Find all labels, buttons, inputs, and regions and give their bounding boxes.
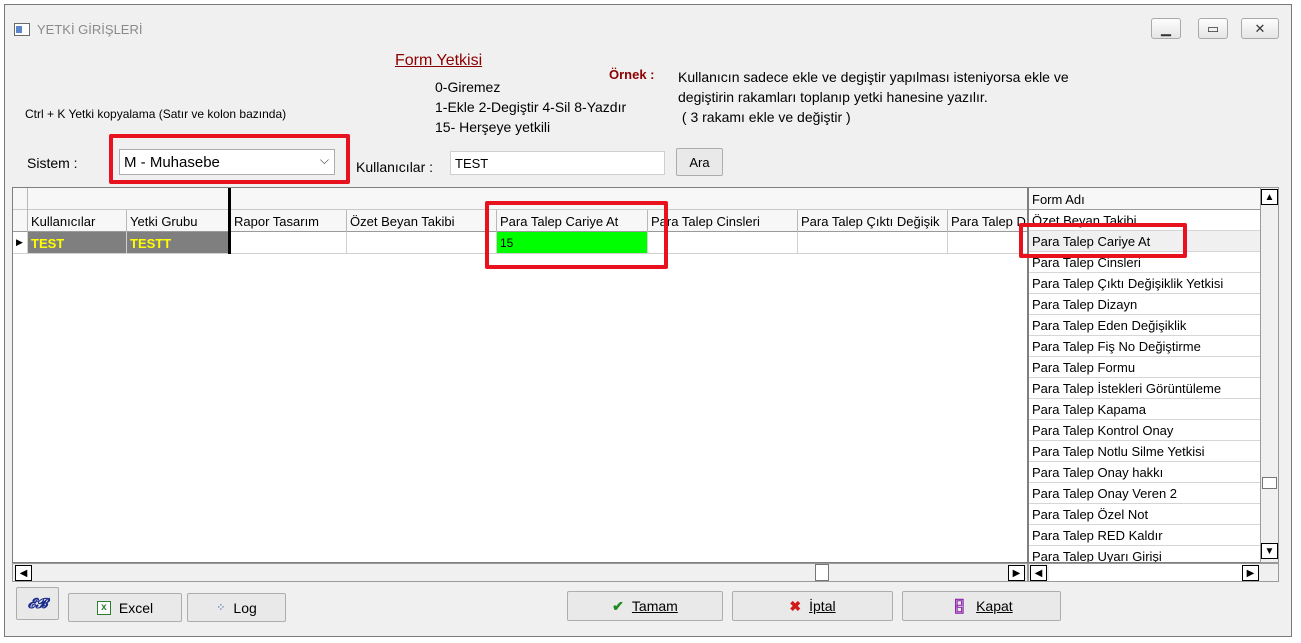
col-kullanicilar[interactable]: Kullanıcılar	[28, 210, 127, 232]
row-indicator: ▶	[13, 232, 28, 253]
list-item[interactable]: Para Talep Kontrol Onay	[1029, 420, 1260, 441]
maximize-button[interactable]: ▭	[1198, 18, 1228, 39]
app-icon	[14, 23, 30, 36]
list-item[interactable]: Para Talep Kapama	[1029, 399, 1260, 420]
legend-line-2: 1-Ekle 2-Degiştir 4-Sil 8-Yazdır	[435, 99, 627, 115]
list-item[interactable]: Para Talep Uyarı Girişi	[1029, 546, 1260, 562]
eb-logo-button[interactable]: 𝓔𝓑	[16, 587, 59, 620]
sistem-label: Sistem :	[27, 155, 78, 171]
legend-line-1: 0-Giremez	[435, 79, 501, 95]
col-ozet-beyan[interactable]: Özet Beyan Takibi	[347, 210, 497, 232]
cell-para-talep-cinsleri[interactable]	[648, 232, 798, 253]
highlight-form-item	[1019, 223, 1187, 258]
list-scroll-thumb[interactable]	[1262, 477, 1277, 489]
kapat-button[interactable]: 🚪︎ Kapat	[902, 591, 1061, 621]
list-item[interactable]: Para Talep Onay hakkı	[1029, 462, 1260, 483]
highlight-sistem	[109, 134, 350, 184]
list-item[interactable]: Para Talep Eden Değişiklik	[1029, 315, 1260, 336]
list-item[interactable]: Para Talep Notlu Silme Yetkisi	[1029, 441, 1260, 462]
iptal-label: İptal	[809, 598, 836, 614]
eb-logo-icon: 𝓔𝓑	[27, 595, 48, 612]
list-item[interactable]: Para Talep İstekleri Görüntüleme	[1029, 378, 1260, 399]
excel-label: Excel	[118, 599, 154, 616]
form-yetkisi-heading: Form Yetkisi	[395, 52, 483, 69]
excel-icon: x	[96, 600, 111, 615]
col-para-talep-cinsleri[interactable]: Para Talep Cinsleri	[648, 210, 798, 232]
window: YETKİ GİRİŞLERİ ▁ ▭ ✕ Form Yetkisi 0-Gir…	[4, 4, 1292, 637]
door-exit-icon: 🚪︎	[950, 597, 969, 614]
list-item[interactable]: Para Talep Formu	[1029, 357, 1260, 378]
log-label: Log	[233, 599, 257, 616]
kullanicilar-input[interactable]: TEST	[450, 151, 665, 175]
list-item[interactable]: Para Talep Özel Not	[1029, 504, 1260, 525]
scroll-down-icon[interactable]: ▼	[1261, 543, 1278, 559]
cell-rapor-tasarim[interactable]	[231, 232, 347, 253]
example-line-3: ( 3 rakamı ekle ve değiştir )	[678, 109, 851, 125]
header-divider	[27, 188, 28, 210]
iptal-button[interactable]: ✖ İptal	[732, 591, 893, 621]
scroll-thumb[interactable]	[815, 564, 829, 581]
list-item[interactable]: Para Talep RED Kaldır	[1029, 525, 1260, 546]
scroll-left-icon[interactable]: ◀	[15, 565, 32, 581]
list-item[interactable]: Para Talep Onay Veren 2	[1029, 483, 1260, 504]
log-button[interactable]: ⁘ Log	[187, 593, 286, 622]
indicator-header	[13, 210, 28, 232]
col-rapor-tasarim[interactable]: Rapor Tasarım	[231, 210, 347, 232]
title-bar: YETKİ GİRİŞLERİ ▁ ▭ ✕	[5, 5, 1291, 47]
example-line-2: degiştirin rakamları toplanıp yetki hane…	[678, 89, 988, 105]
copy-hint: Ctrl + K Yetki kopyalama (Satır ve kolon…	[25, 107, 287, 121]
tamam-button[interactable]: ✔ Tamam	[567, 591, 723, 621]
window-title: YETKİ GİRİŞLERİ	[37, 22, 143, 37]
check-icon: ✔	[612, 597, 624, 614]
list-item[interactable]: Para Talep Fiş No Değiştirme	[1029, 336, 1260, 357]
col-para-talep-cikti[interactable]: Para Talep Çıktı Değişik	[798, 210, 948, 232]
frozen-divider	[228, 188, 231, 210]
log-icon: ⁘	[216, 602, 226, 614]
col-para-talep-d[interactable]: Para Talep D	[948, 210, 1029, 232]
tamam-label: Tamam	[631, 598, 678, 614]
example-line-1: Kullanıcın sadece ekle ve degiştir yapıl…	[678, 69, 1069, 85]
list-scroll-left-icon[interactable]: ◀	[1030, 565, 1047, 581]
kapat-label: Kapat	[976, 598, 1013, 614]
list-horizontal-scrollbar[interactable]: ◀ ▶	[1028, 563, 1279, 582]
list-item[interactable]: Para Talep Çıktı Değişiklik Yetkisi	[1029, 273, 1260, 294]
ara-button[interactable]: Ara	[676, 148, 723, 176]
scroll-up-icon[interactable]: ▲	[1261, 189, 1278, 205]
list-scroll-track	[1049, 564, 1249, 581]
list-scroll-right-icon[interactable]: ▶	[1242, 565, 1259, 581]
minimize-button[interactable]: ▁	[1151, 18, 1181, 39]
example-label: Örnek :	[609, 67, 655, 82]
close-button[interactable]: ✕	[1241, 18, 1279, 39]
excel-button[interactable]: x Excel	[68, 593, 182, 622]
grid-horizontal-scrollbar[interactable]: ◀ ▶	[12, 563, 1028, 582]
cell-group[interactable]: TESTT	[127, 232, 229, 253]
legend-line-3: 15- Herşeye yetkili	[435, 119, 551, 135]
cell-user[interactable]: TEST	[28, 232, 127, 253]
form-list-header: Form Adı	[1029, 188, 1260, 210]
cell-para-talep-cikti[interactable]	[798, 232, 948, 253]
highlight-grid-cell	[485, 201, 668, 269]
list-vertical-scrollbar[interactable]: ▲ ▼	[1260, 187, 1279, 563]
cell-para-talep-d[interactable]	[948, 232, 1029, 253]
cancel-icon: ✖	[789, 597, 802, 614]
list-item[interactable]: Para Talep Dizayn	[1029, 294, 1260, 315]
scroll-right-icon[interactable]: ▶	[1008, 565, 1025, 581]
cell-ozet-beyan[interactable]	[347, 232, 497, 253]
kullanicilar-label: Kullanıcılar :	[356, 159, 434, 175]
col-yetki-grubu[interactable]: Yetki Grubu	[127, 210, 229, 232]
